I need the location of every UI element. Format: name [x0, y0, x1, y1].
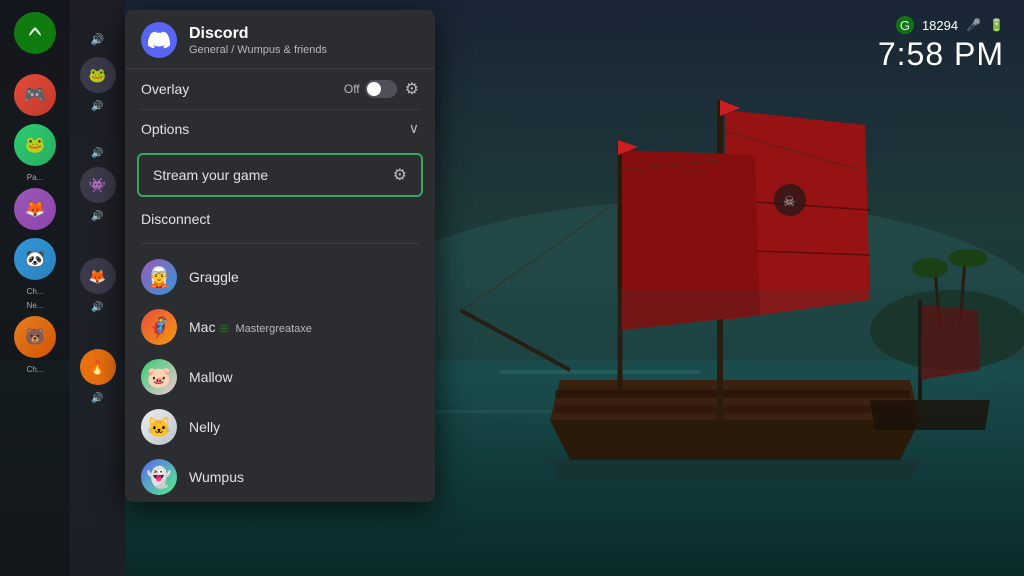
xbox-icon-mac: ⊞: [219, 323, 228, 335]
member-list: 🧝 Graggle 🦸 Mac ⊞ Mastergreataxe 🐷: [125, 252, 435, 502]
sidebar-vol-1: 🔊: [91, 33, 105, 46]
overlay-row: Overlay Off ⚙: [125, 69, 435, 109]
sidebar-avatar-1: 🎮: [14, 74, 56, 116]
member-item-mallow[interactable]: 🐷 Mallow: [125, 352, 435, 402]
hud-status-row: G 18294 🎤 🔋: [878, 16, 1004, 34]
overlay-gear-icon[interactable]: ⚙: [405, 79, 419, 99]
xbox-hud-icon: G: [896, 16, 914, 34]
sidebar-label-ch1: Ch...: [27, 287, 44, 296]
member-avatar-wumpus: 👻: [141, 459, 177, 495]
member-avatar-graggle: 🧝: [141, 259, 177, 295]
sidebar-strip: 🎮 🐸 Pa... 🦊 🐼 Ch... Ne... 🐻 Ch...: [0, 0, 70, 576]
sidebar-avatar-5: 🐻: [14, 316, 56, 358]
member-info-graggle: Graggle: [189, 269, 239, 285]
member-name-graggle: Graggle: [189, 269, 239, 285]
discord-title-block: Discord General / Wumpus & friends: [189, 24, 327, 55]
sidebar-vol-3: 🔊: [91, 148, 103, 159]
member-item-nelly[interactable]: 🐱 Nelly: [125, 402, 435, 452]
discord-header: Discord General / Wumpus & friends: [125, 10, 435, 69]
stream-gear-icon[interactable]: ⚙: [393, 165, 407, 185]
hud-time: 7:58 PM: [878, 36, 1004, 73]
member-name-wumpus: Wumpus: [189, 469, 244, 485]
sidebar-avatar-2: 🐸: [14, 124, 56, 166]
sidebar-vol-2: 🔊: [91, 101, 103, 112]
disconnect-label: Disconnect: [141, 211, 210, 227]
mic-hud-icon: 🎤: [966, 18, 981, 32]
sidebar-item-3[interactable]: 🦊: [0, 186, 70, 232]
stream-game-button[interactable]: Stream your game ⚙: [137, 153, 423, 197]
discord-logo-icon: [141, 22, 177, 58]
discord-channel: General / Wumpus & friends: [189, 44, 327, 56]
options-row[interactable]: Options ∨: [125, 110, 435, 147]
sidebar-vol-4: 🔊: [91, 211, 103, 222]
overlay-label: Overlay: [141, 81, 336, 97]
member-item-wumpus[interactable]: 👻 Wumpus: [125, 452, 435, 502]
sidebar-avatar-4: 🐼: [14, 238, 56, 280]
member-separator: [141, 243, 419, 244]
sidebar-label-pa: Pa...: [27, 173, 43, 182]
member-name-mac: Mac ⊞ Mastergreataxe: [189, 319, 312, 335]
member-info-mac: Mac ⊞ Mastergreataxe: [189, 319, 312, 335]
member-info-wumpus: Wumpus: [189, 469, 244, 485]
hud-score: 18294: [922, 18, 958, 33]
member-avatar-nelly: 🐱: [141, 409, 177, 445]
sidebar-item-1[interactable]: 🎮: [0, 72, 70, 118]
sidebar-avatar-s3: 👾: [80, 167, 116, 203]
member-avatar-mallow: 🐷: [141, 359, 177, 395]
sidebar-vol-6: 🔊: [91, 393, 103, 404]
sidebar-avatar-s2: 🐸: [80, 57, 116, 93]
sidebar-strip2: 🔊 🐸 🔊 🔊 👾 🔊 🦊 🔊 🔥 🔊: [70, 0, 125, 576]
disconnect-row[interactable]: Disconnect: [125, 203, 435, 239]
toggle-state-text: Off: [344, 82, 360, 96]
member-name-nelly: Nelly: [189, 419, 220, 435]
top-right-hud: G 18294 🎤 🔋 7:58 PM: [878, 16, 1004, 73]
chevron-down-icon: ∨: [409, 120, 419, 137]
member-item-graggle[interactable]: 🧝 Graggle: [125, 252, 435, 302]
sidebar-label-ne: Ne...: [27, 301, 44, 310]
sidebar-item-4[interactable]: 🐼: [0, 236, 70, 282]
member-avatar-mac: 🦸: [141, 309, 177, 345]
sidebar-item-2[interactable]: 🐸: [0, 122, 70, 168]
sidebar-item-5[interactable]: 🐻: [0, 314, 70, 360]
sidebar-label-ch2: Ch...: [27, 365, 44, 374]
member-info-mallow: Mallow: [189, 369, 233, 385]
member-info-nelly: Nelly: [189, 419, 220, 435]
sidebar-avatar-s5: 🔥: [80, 349, 116, 385]
battery-hud-icon: 🔋: [989, 18, 1004, 32]
discord-panel: Discord General / Wumpus & friends Overl…: [125, 10, 435, 502]
member-sub-mac: Mastergreataxe: [235, 323, 311, 335]
sidebar-avatar-3: 🦊: [14, 188, 56, 230]
stream-label: Stream your game: [153, 167, 393, 183]
member-item-mac[interactable]: 🦸 Mac ⊞ Mastergreataxe: [125, 302, 435, 352]
sidebar-avatar-s4: 🦊: [80, 258, 116, 294]
sidebar-vol-5: 🔊: [91, 302, 103, 313]
discord-app-name: Discord: [189, 24, 327, 43]
svg-text:☠: ☠: [783, 193, 796, 209]
member-name-mallow: Mallow: [189, 369, 233, 385]
sidebar-xbox-button[interactable]: [14, 12, 56, 54]
toggle-group: Off: [344, 80, 397, 98]
options-label: Options: [141, 121, 409, 137]
overlay-toggle[interactable]: [365, 80, 397, 98]
